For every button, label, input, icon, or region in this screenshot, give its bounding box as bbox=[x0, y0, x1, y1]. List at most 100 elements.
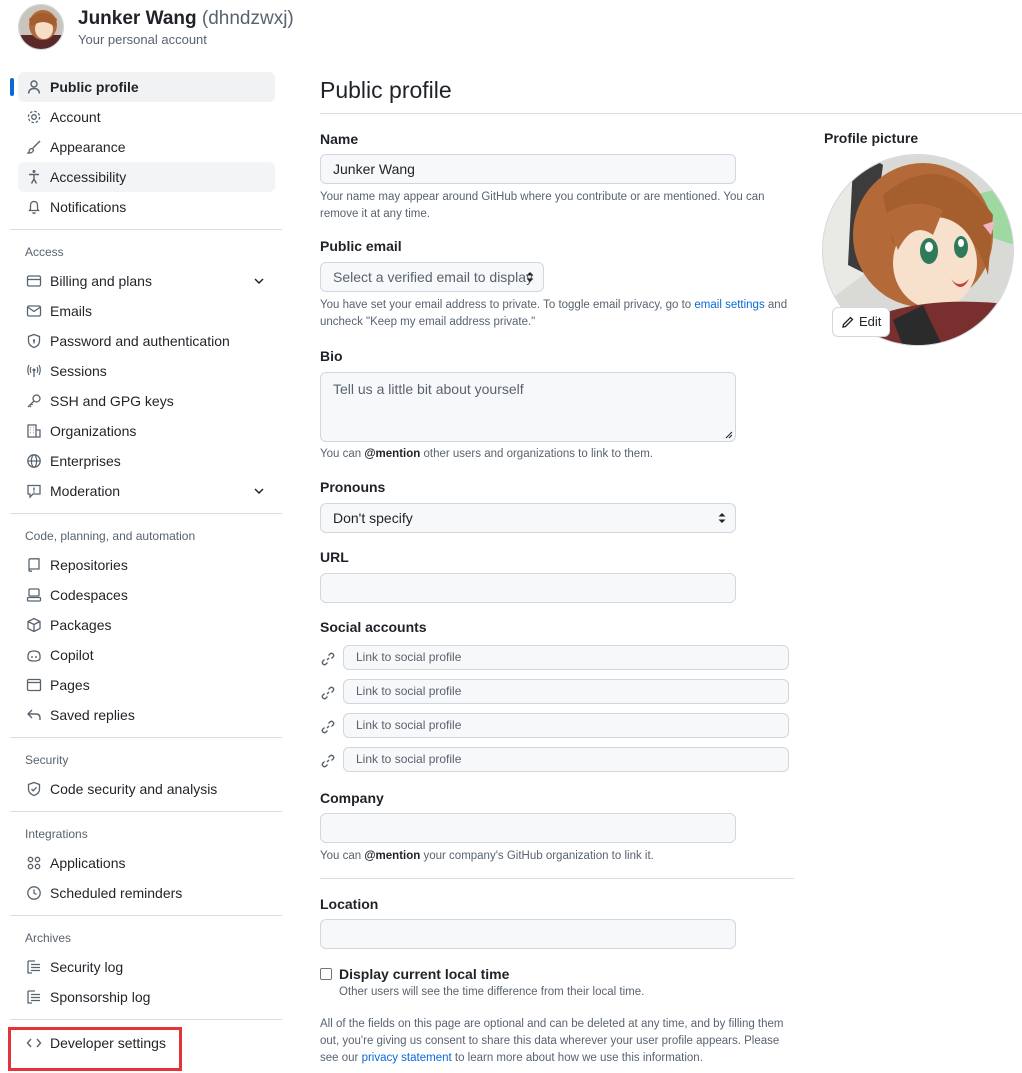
company-note-text-2: your company's GitHub organization to li… bbox=[420, 850, 654, 862]
codescan-icon bbox=[26, 781, 42, 797]
divider bbox=[10, 737, 282, 738]
resize-handle-icon[interactable] bbox=[725, 431, 733, 439]
bio-note: You can @mention other users and organiz… bbox=[320, 446, 770, 463]
shield-lock-icon bbox=[26, 333, 42, 349]
sidebar-item-saved-replies[interactable]: Saved replies bbox=[18, 700, 275, 730]
apps-icon bbox=[26, 855, 42, 871]
person-icon bbox=[26, 79, 42, 95]
local-time-label[interactable]: Display current local time bbox=[339, 966, 509, 982]
sidebar-item-organizations[interactable]: Organizations bbox=[18, 416, 275, 446]
company-field[interactable] bbox=[320, 813, 736, 843]
sidebar-item-label: Code security and analysis bbox=[50, 781, 218, 797]
link-icon bbox=[321, 652, 335, 666]
sidebar-item-accessibility[interactable]: Accessibility bbox=[18, 162, 275, 192]
sidebar-item-appearance[interactable]: Appearance bbox=[18, 132, 275, 162]
bio-textarea[interactable]: Tell us a little bit about yourself bbox=[320, 372, 736, 442]
sidebar-item-security-log[interactable]: Security log bbox=[18, 952, 275, 982]
user-display-name: Junker Wang bbox=[78, 7, 197, 29]
sidebar-item-label: Enterprises bbox=[50, 453, 121, 469]
social-profile-field-4[interactable]: Link to social profile bbox=[343, 747, 789, 772]
pronouns-select[interactable]: Don't specify bbox=[320, 503, 736, 533]
location-field[interactable] bbox=[320, 919, 736, 949]
link-icon bbox=[321, 754, 335, 768]
sidebar-item-password[interactable]: Password and authentication bbox=[18, 326, 275, 356]
public-email-note: You have set your email address to priva… bbox=[320, 297, 790, 331]
package-icon bbox=[26, 617, 42, 633]
mention-text: @mention bbox=[364, 448, 421, 460]
avatar[interactable] bbox=[18, 4, 64, 50]
mention-text: @mention bbox=[364, 850, 421, 862]
sidebar-item-label: SSH and GPG keys bbox=[50, 393, 174, 409]
edit-profile-picture-button[interactable]: Edit bbox=[832, 307, 890, 337]
url-field[interactable] bbox=[320, 573, 736, 603]
divider bbox=[10, 811, 282, 812]
local-time-checkbox[interactable] bbox=[320, 968, 332, 980]
sidebar-item-repositories[interactable]: Repositories bbox=[18, 550, 275, 580]
bio-label: Bio bbox=[320, 348, 343, 364]
bio-placeholder: Tell us a little bit about yourself bbox=[333, 381, 524, 397]
sidebar-item-label: Copilot bbox=[50, 647, 94, 663]
sidebar-item-emails[interactable]: Emails bbox=[18, 296, 275, 326]
sidebar-item-label: Notifications bbox=[50, 199, 127, 215]
url-label: URL bbox=[320, 549, 349, 565]
divider bbox=[320, 878, 794, 879]
sidebar-item-moderation[interactable]: Moderation bbox=[18, 476, 275, 506]
sidebar-item-label: Applications bbox=[50, 855, 126, 871]
select-caret-icon bbox=[718, 513, 726, 523]
sidebar-item-pages[interactable]: Pages bbox=[18, 670, 275, 700]
social-profile-field-2[interactable]: Link to social profile bbox=[343, 679, 789, 704]
company-note-text-1: You can bbox=[320, 850, 365, 862]
sidebar-item-packages[interactable]: Packages bbox=[18, 610, 275, 640]
sidebar-item-code-security[interactable]: Code security and analysis bbox=[18, 774, 275, 804]
sidebar-item-codespaces[interactable]: Codespaces bbox=[18, 580, 275, 610]
sidebar-item-ssh-gpg[interactable]: SSH and GPG keys bbox=[18, 386, 275, 416]
profile-picture-label: Profile picture bbox=[824, 130, 919, 146]
sidebar-item-enterprises[interactable]: Enterprises bbox=[18, 446, 275, 476]
copilot-icon bbox=[26, 647, 42, 663]
sidebar-item-label: Billing and plans bbox=[50, 273, 152, 289]
sidebar-item-label: Moderation bbox=[50, 483, 121, 499]
bio-note-text-2: other users and organizations to link to… bbox=[420, 448, 653, 460]
user-login: (dhndzwxj) bbox=[201, 7, 294, 29]
social-profile-field-3[interactable]: Link to social profile bbox=[343, 713, 789, 738]
sidebar-item-label: Password and authentication bbox=[50, 333, 230, 349]
codespaces-icon bbox=[26, 587, 42, 603]
main-content: Public profile bbox=[320, 72, 1022, 114]
sidebar-item-label: Emails bbox=[50, 303, 93, 319]
pencil-icon bbox=[842, 316, 854, 328]
bell-icon bbox=[26, 199, 42, 215]
report-icon bbox=[26, 483, 42, 499]
clock-icon bbox=[26, 885, 42, 901]
sidebar-item-copilot[interactable]: Copilot bbox=[18, 640, 275, 670]
name-label: Name bbox=[320, 131, 359, 147]
repo-icon bbox=[26, 557, 42, 573]
company-note: You can @mention your company's GitHub o… bbox=[320, 848, 770, 865]
sidebar-item-label: Public profile bbox=[50, 79, 139, 95]
privacy-statement-link[interactable]: privacy statement bbox=[362, 1052, 452, 1064]
accessibility-icon bbox=[26, 169, 42, 185]
public-email-select[interactable]: Select a verified email to display bbox=[320, 262, 544, 292]
sidebar-item-notifications[interactable]: Notifications bbox=[18, 192, 275, 222]
edit-button-label: Edit bbox=[859, 314, 882, 329]
pronouns-label: Pronouns bbox=[320, 479, 386, 495]
sidebar-item-applications[interactable]: Applications bbox=[18, 848, 275, 878]
sidebar-item-label: Repositories bbox=[50, 557, 128, 573]
broadcast-icon bbox=[26, 363, 42, 379]
sidebar-item-label: Packages bbox=[50, 617, 112, 633]
divider bbox=[10, 229, 282, 230]
sidebar-item-public-profile[interactable]: Public profile bbox=[10, 72, 275, 102]
email-settings-link[interactable]: email settings bbox=[694, 299, 764, 311]
name-field[interactable]: Junker Wang bbox=[320, 154, 736, 184]
name-note: Your name may appear around GitHub where… bbox=[320, 191, 765, 220]
gear-icon bbox=[26, 109, 42, 125]
sidebar-item-scheduled-reminders[interactable]: Scheduled reminders bbox=[18, 878, 275, 908]
sidebar-item-sponsorship-log[interactable]: Sponsorship log bbox=[18, 982, 275, 1012]
log-icon bbox=[26, 959, 42, 975]
sidebar-item-sessions[interactable]: Sessions bbox=[18, 356, 275, 386]
sidebar-item-billing[interactable]: Billing and plans bbox=[18, 266, 275, 296]
social-profile-field-1[interactable]: Link to social profile bbox=[343, 645, 789, 670]
chevron-down-icon[interactable] bbox=[251, 483, 267, 499]
chevron-down-icon[interactable] bbox=[251, 273, 267, 289]
sidebar-item-account[interactable]: Account bbox=[18, 102, 275, 132]
divider bbox=[10, 915, 282, 916]
